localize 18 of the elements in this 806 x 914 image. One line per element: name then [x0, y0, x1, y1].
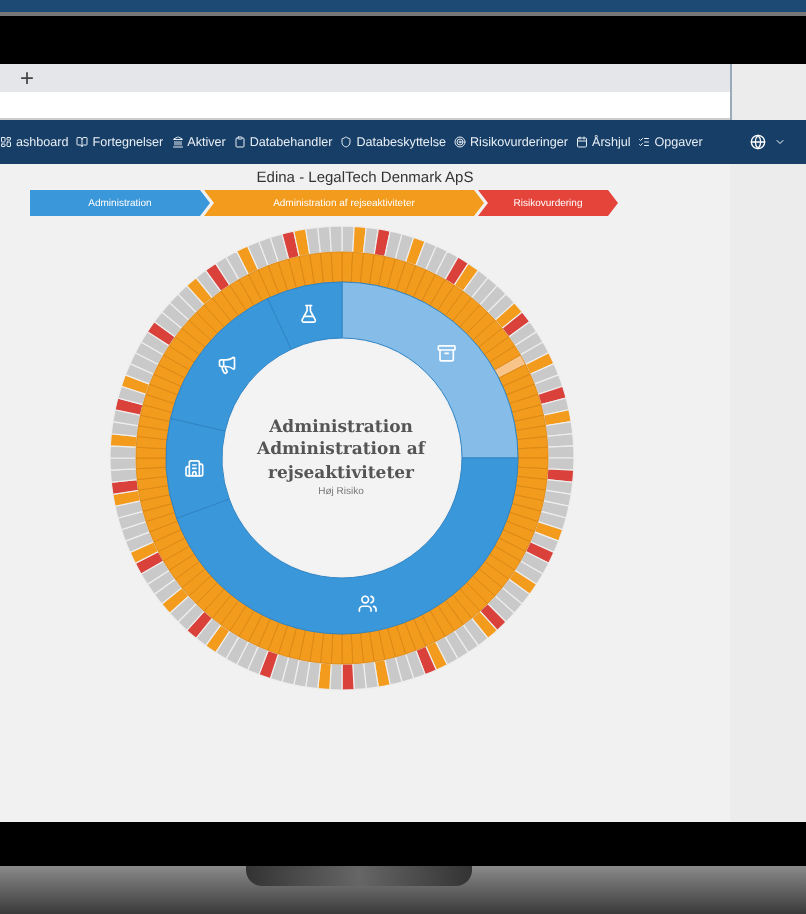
dashboard-icon: [0, 136, 12, 148]
globe-icon[interactable]: [750, 134, 766, 150]
wheel-title: Administration: [267, 418, 415, 441]
megaphone-icon: [218, 357, 234, 374]
wheel-subtitle: Administration af rejseaktiviteter: [255, 440, 428, 486]
clipboard-icon: [233, 136, 246, 148]
bank-icon: [171, 136, 184, 148]
caret-icon[interactable]: [774, 136, 786, 148]
building-icon: [185, 460, 202, 476]
book-icon: [76, 136, 89, 148]
checklist-icon: [638, 136, 651, 148]
flask-icon: [301, 305, 315, 323]
archive-icon: [437, 345, 454, 361]
new-tab-button[interactable]: +: [12, 64, 43, 92]
calendar-icon: [576, 136, 588, 148]
shield-icon: [340, 136, 353, 148]
target-icon: [454, 136, 466, 148]
people-icon: [358, 596, 376, 612]
